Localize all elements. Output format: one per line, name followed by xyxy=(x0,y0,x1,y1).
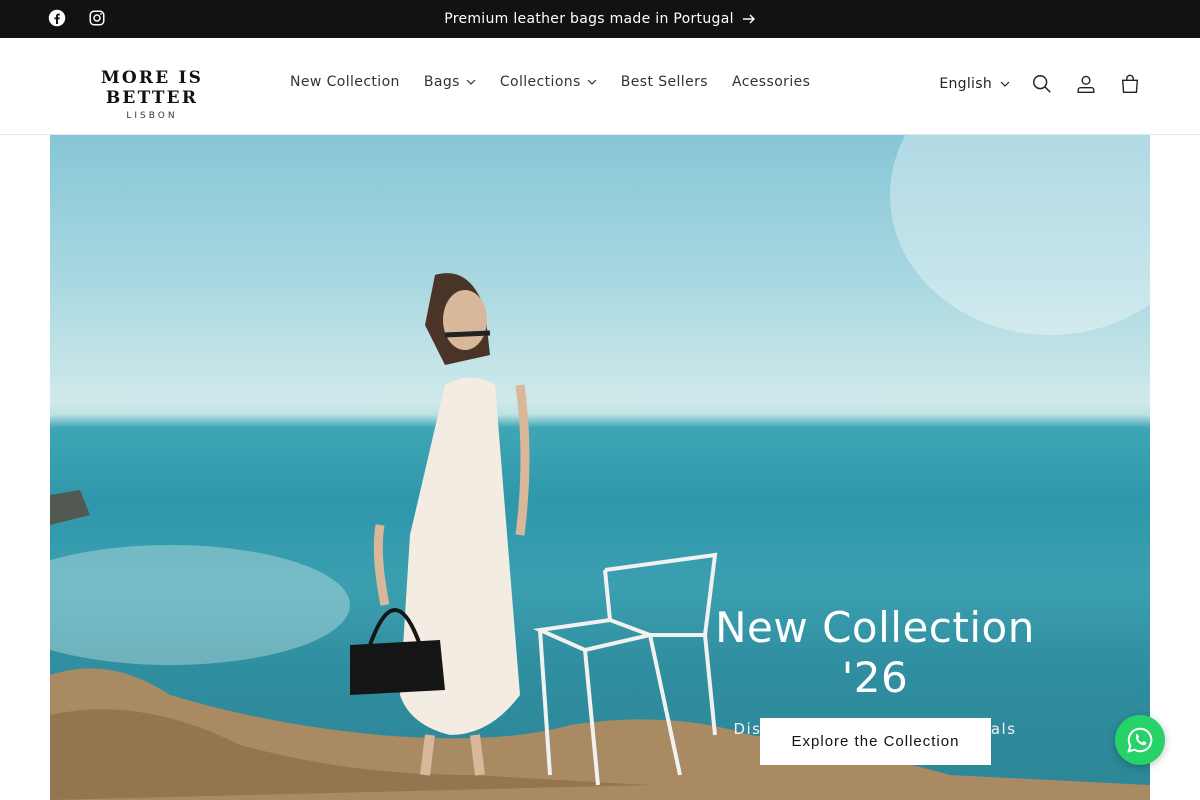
hero-banner: New Collection '26 Discover our latest b… xyxy=(50,135,1150,800)
nav-item-label: Bags xyxy=(423,74,460,90)
cart-icon xyxy=(1121,74,1139,93)
header-actions: English xyxy=(939,62,1152,106)
chevron-down-icon xyxy=(1000,81,1010,87)
brand-name: MORE IS BETTER xyxy=(100,68,204,108)
main-nav: New Collection Bags Collections Best Sel… xyxy=(278,74,822,90)
model-figure xyxy=(350,273,530,776)
nav-item-label: Collections xyxy=(499,74,581,90)
chevron-down-icon xyxy=(466,79,476,85)
brand-logo[interactable]: MORE IS BETTER LISBON xyxy=(54,68,250,121)
brand-tagline: LISBON xyxy=(126,111,178,121)
announcement-bar: Premium leather bags made in Portugal xyxy=(0,0,1200,38)
account-button[interactable] xyxy=(1064,62,1108,106)
language-selector[interactable]: English xyxy=(939,76,1010,92)
cart-button[interactable] xyxy=(1108,62,1152,106)
nav-item-best-sellers[interactable]: Best Sellers xyxy=(609,74,720,90)
whatsapp-icon xyxy=(1127,727,1153,753)
nav-item-label: New Collection xyxy=(290,74,400,90)
nav-item-label: Acessories xyxy=(731,74,811,90)
site-header: MORE IS BETTER LISBON New Collection Bag… xyxy=(0,38,1200,135)
nav-item-collections[interactable]: Collections xyxy=(488,74,609,90)
nav-item-accessories[interactable]: Acessories xyxy=(720,74,822,90)
nav-item-new-collection[interactable]: New Collection xyxy=(278,74,412,90)
hero-title: New Collection '26 xyxy=(715,603,1035,703)
language-label: English xyxy=(939,76,992,92)
chevron-down-icon xyxy=(587,79,597,85)
announcement-link[interactable]: Premium leather bags made in Portugal xyxy=(0,0,1200,38)
search-icon xyxy=(1033,75,1051,93)
nav-item-bags[interactable]: Bags xyxy=(412,74,488,90)
search-button[interactable] xyxy=(1020,62,1064,106)
arrow-right-icon xyxy=(742,14,755,24)
announcement-text: Premium leather bags made in Portugal xyxy=(444,11,734,27)
account-icon xyxy=(1077,75,1095,93)
explore-collection-button[interactable]: Explore the Collection xyxy=(760,718,991,765)
nav-item-label: Best Sellers xyxy=(620,74,708,90)
whatsapp-chat-button[interactable] xyxy=(1115,715,1165,765)
